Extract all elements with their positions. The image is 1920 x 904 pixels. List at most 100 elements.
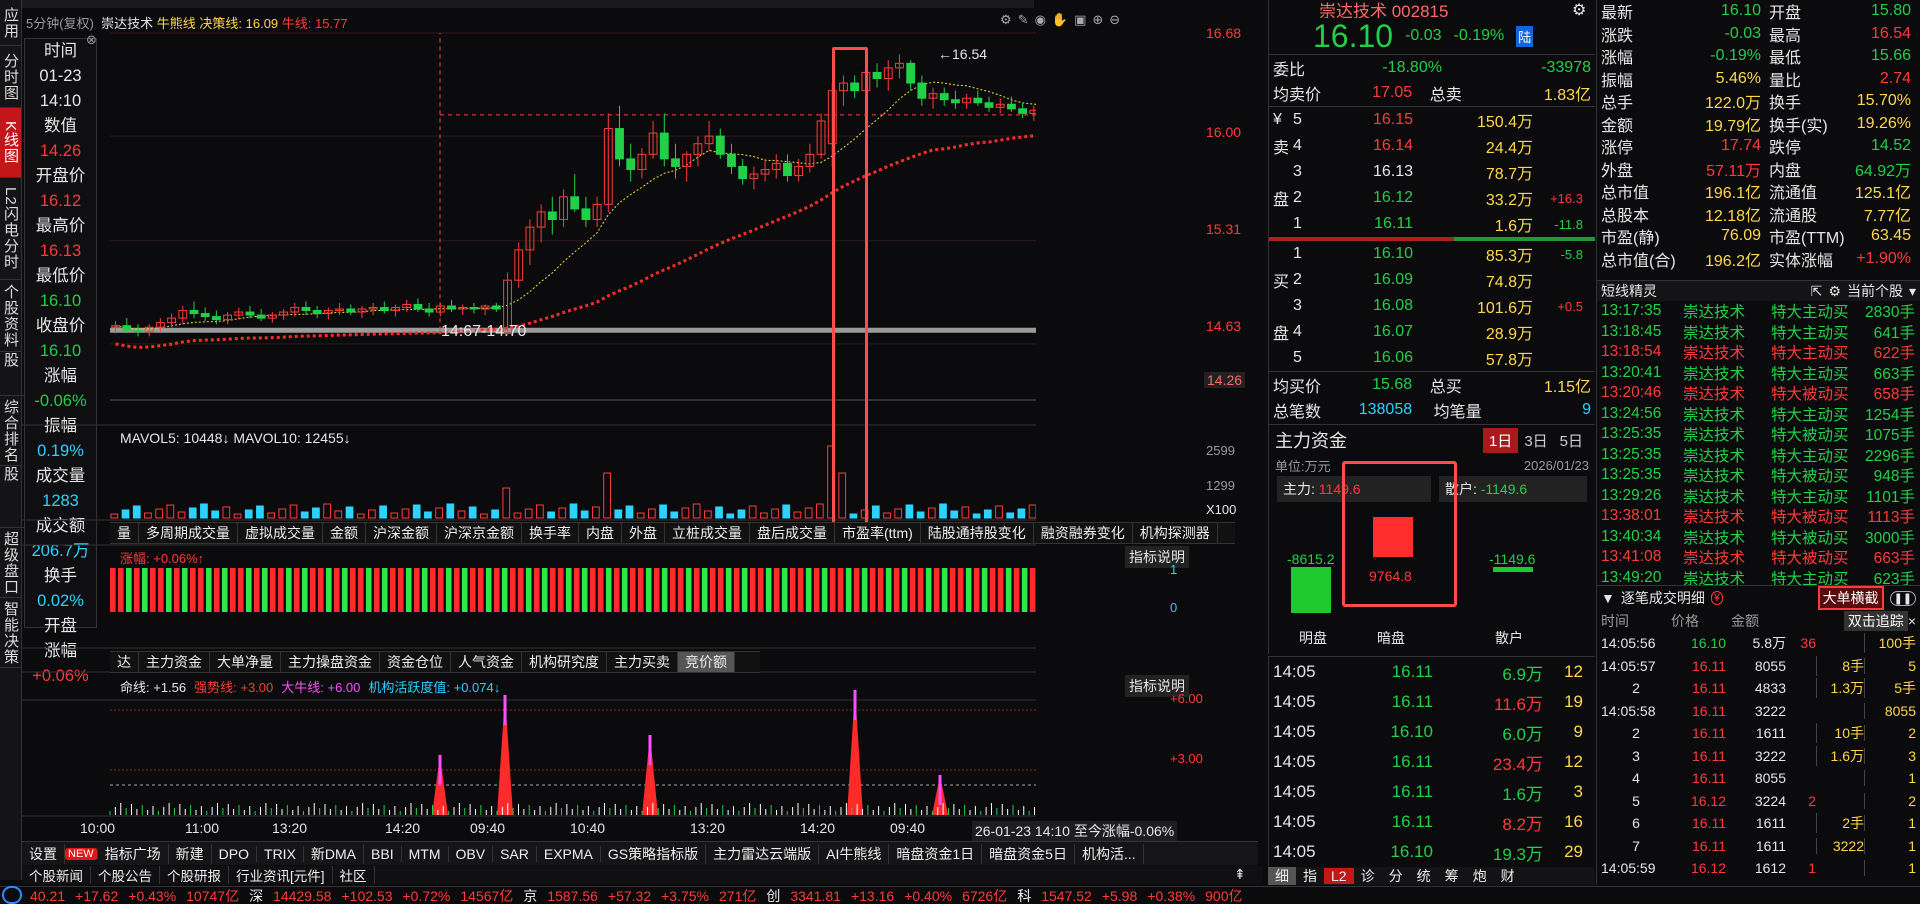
order-book-row[interactable]: 盘 4 16.07 28.9万: [1269, 319, 1595, 345]
mini-tab[interactable]: 细: [1268, 867, 1296, 885]
indicator-tab[interactable]: 沪深金额: [366, 523, 437, 543]
mini-tab[interactable]: 分: [1382, 867, 1410, 885]
toolbar-item[interactable]: 新DMA: [304, 843, 365, 864]
toolbar-item[interactable]: 机构活...: [1075, 843, 1144, 864]
short-row[interactable]: 13:20:41 崇达技术 特大主动买 663手: [1597, 363, 1920, 384]
short-row[interactable]: 13:25:35 崇达技术 特大被动买 948手: [1597, 465, 1920, 486]
mini-tab[interactable]: L2: [1324, 868, 1354, 884]
short-row[interactable]: 13:29:26 崇达技术 特大主动买 1101手: [1597, 486, 1920, 507]
indicator-tab[interactable]: 机构探测器: [1133, 523, 1218, 543]
eye-icon[interactable]: ◉: [1035, 12, 1046, 28]
indicator-tab[interactable]: 沪深京金额: [437, 523, 522, 543]
indicator2-tab[interactable]: 资金仓位: [380, 652, 451, 672]
short-row[interactable]: 13:40:34 崇达技术 特大被动买 3000手: [1597, 527, 1920, 548]
indicator2-tab[interactable]: 主力买卖: [607, 652, 678, 672]
indicator2-tab[interactable]: 人气资金: [451, 652, 522, 672]
chevron-down-icon[interactable]: ▾: [1909, 283, 1916, 300]
toolbar-item[interactable]: BBI: [364, 845, 402, 862]
news-tab[interactable]: 社区: [333, 866, 375, 884]
toolbar-item[interactable]: 设置: [22, 843, 65, 864]
order-book-row[interactable]: 3 16.13 78.7万: [1269, 159, 1595, 185]
double-click-track[interactable]: 双击追踪: [1843, 611, 1908, 631]
indicator2-tab[interactable]: 达: [110, 652, 139, 672]
order-book-row[interactable]: 卖 4 16.14 24.4万: [1269, 133, 1595, 159]
short-row[interactable]: 13:25:35 崇达技术 特大主动买 2296手: [1597, 445, 1920, 466]
mini-tab[interactable]: 统: [1410, 867, 1438, 885]
mini-tab[interactable]: 筹: [1438, 867, 1466, 885]
toolbar-item[interactable]: DPO: [212, 845, 258, 862]
indicator-tab[interactable]: 内盘: [579, 523, 622, 543]
mini-tab[interactable]: 财: [1494, 867, 1522, 885]
mini-tab[interactable]: 炮: [1466, 867, 1494, 885]
indicator-tab[interactable]: 多周期成交量: [139, 523, 238, 543]
short-scope[interactable]: 当前个股: [1847, 281, 1903, 301]
gear-icon[interactable]: ⚙: [1572, 0, 1586, 20]
short-row[interactable]: 13:41:08 崇达技术 特大被动买 663手: [1597, 547, 1920, 568]
news-tab[interactable]: 个股新闻: [22, 866, 91, 884]
short-row[interactable]: 13:18:45 崇达技术 特大主动买 641手: [1597, 322, 1920, 343]
order-book-row[interactable]: 5 16.06 57.8万: [1269, 345, 1595, 371]
indicator2-tab[interactable]: 机构研究度: [522, 652, 607, 672]
indicator2-tab[interactable]: 主力资金: [139, 652, 210, 672]
pause-icon[interactable]: ❚❚: [1889, 590, 1916, 606]
news-tab[interactable]: 个股研报: [160, 866, 229, 884]
order-book-row[interactable]: 1 16.10 85.3万 -5.8: [1269, 241, 1595, 267]
order-book-row[interactable]: 3 16.08 101.6万 +0.5: [1269, 293, 1595, 319]
indicator-tab[interactable]: 陆股通持股变化: [921, 523, 1034, 543]
toolbar-item[interactable]: 暗盘资金5日: [982, 843, 1075, 864]
hand-icon[interactable]: ✋: [1052, 12, 1068, 28]
order-book-row[interactable]: 1 16.11 1.6万 -11.8: [1269, 211, 1595, 237]
capital-tab-5d[interactable]: 5日: [1554, 428, 1589, 453]
toolbar-item[interactable]: SAR: [493, 845, 537, 862]
order-book-row[interactable]: 盘 2 16.12 33.2万 +16.3: [1269, 185, 1595, 211]
order-book-row[interactable]: 买 2 16.09 74.8万: [1269, 267, 1595, 293]
toolbar-item[interactable]: TRIX: [257, 845, 304, 862]
expand-up-icon[interactable]: ⇞: [1234, 866, 1246, 883]
short-row[interactable]: 13:20:46 崇达技术 特大被动买 658手: [1597, 383, 1920, 404]
capital-tab-1d[interactable]: 1日: [1482, 427, 1519, 453]
expand-icon[interactable]: ⇱: [1811, 283, 1823, 300]
big-order-filter-button[interactable]: 大单横截: [1817, 586, 1884, 610]
short-row[interactable]: 13:38:01 崇达技术 特大被动买 1113手: [1597, 506, 1920, 527]
toolbar-item[interactable]: 新建: [169, 843, 212, 864]
short-row[interactable]: 13:24:56 崇达技术 特大主动买 1254手: [1597, 404, 1920, 425]
toolbar-item[interactable]: OBV: [449, 845, 494, 862]
short-row[interactable]: 13:18:54 崇达技术 特大主动买 622手: [1597, 342, 1920, 363]
indicator-tab[interactable]: 融资融券变化: [1034, 523, 1133, 543]
indicator-tab[interactable]: 盘后成交量: [750, 523, 835, 543]
close-icon[interactable]: ×: [1908, 613, 1916, 629]
zoom-in-icon[interactable]: ⊕: [1092, 12, 1103, 28]
capital-tab-3d[interactable]: 3日: [1518, 428, 1553, 453]
gear-icon[interactable]: ⚙: [1828, 283, 1841, 300]
indicator2-tab[interactable]: 大单净量: [210, 652, 281, 672]
indicator-tab[interactable]: 换手率: [522, 523, 579, 543]
short-row[interactable]: 13:25:35 崇达技术 特大被动买 1075手: [1597, 424, 1920, 445]
mini-tab[interactable]: 指: [1296, 867, 1324, 885]
toolbar-item[interactable]: AI牛熊线: [819, 843, 890, 864]
indicator-tab[interactable]: 虚拟成交量: [238, 523, 323, 543]
mini-tab[interactable]: 诊: [1354, 867, 1382, 885]
toolbar-item[interactable]: EXPMA: [537, 845, 601, 862]
triangle-down-icon[interactable]: ▼: [1601, 590, 1615, 606]
indicator-tab[interactable]: 市盈率(ttm): [835, 523, 921, 543]
indicator2-tab[interactable]: 竞价额: [678, 652, 735, 672]
news-tab[interactable]: 个股公告: [91, 866, 160, 884]
order-book-row[interactable]: ¥5 16.15 150.4万: [1269, 107, 1595, 133]
toolbar-item[interactable]: 主力雷达云端版: [706, 843, 820, 864]
indicator2-tab[interactable]: 主力操盘资金: [281, 652, 380, 672]
short-row[interactable]: 13:17:35 崇达技术 特大主动买 2830手: [1597, 301, 1920, 322]
indicator-tab[interactable]: 立桩成交量: [665, 523, 750, 543]
toolbar-item[interactable]: 指标广场: [98, 843, 169, 864]
indicator-tab[interactable]: 外盘: [622, 523, 665, 543]
zoom-out-icon[interactable]: ⊖: [1109, 12, 1120, 28]
toolbar-item[interactable]: 暗盘资金1日: [889, 843, 983, 864]
ind1-explain-button[interactable]: 指标说明: [1125, 546, 1189, 568]
lock-icon[interactable]: ▣: [1074, 12, 1086, 28]
assistant-icon[interactable]: [2, 886, 22, 904]
indicator-tab[interactable]: 量: [110, 523, 139, 543]
toolbar-item[interactable]: MTM: [402, 845, 449, 862]
toolbar-item[interactable]: GS策略指标版: [601, 843, 707, 864]
indicator-tab[interactable]: 金额: [323, 523, 366, 543]
news-tab[interactable]: 行业资讯[元件]: [229, 866, 333, 884]
toolbar-item[interactable]: NEW: [65, 847, 98, 860]
